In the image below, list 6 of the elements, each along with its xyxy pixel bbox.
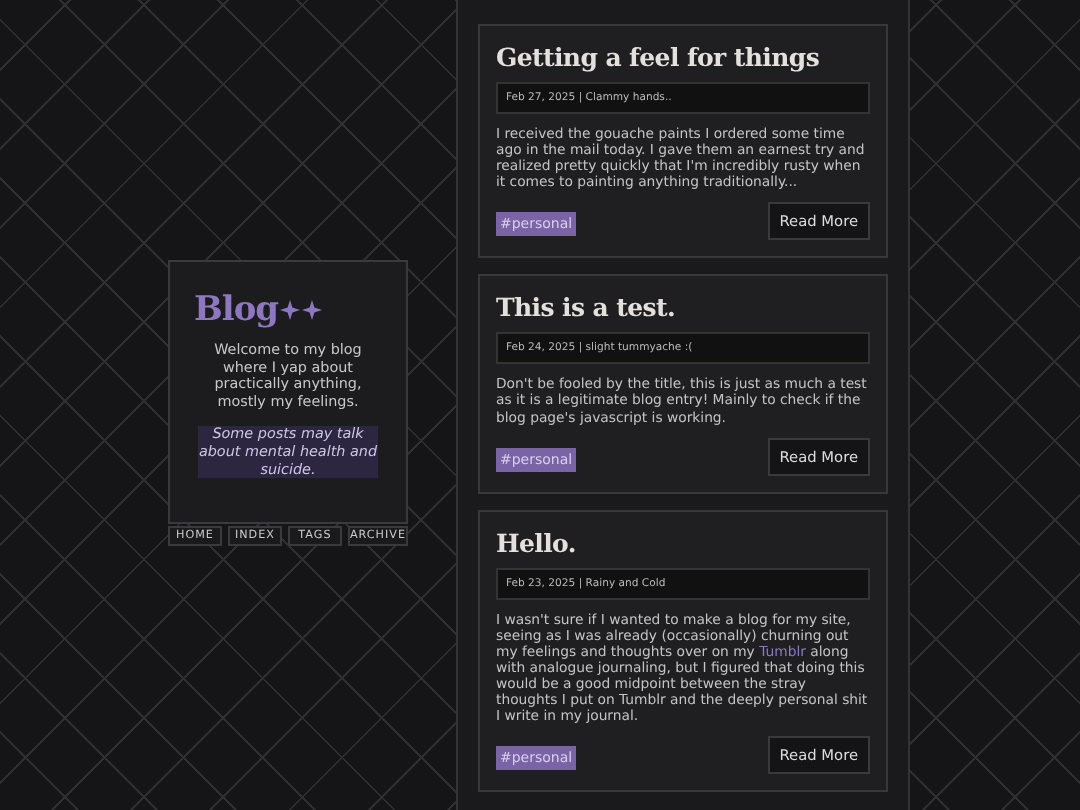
sparkle-icon (302, 300, 323, 320)
blog-logo: Blog (194, 290, 279, 330)
sparkle-icon (280, 300, 301, 320)
post-title: Hello. (496, 527, 578, 558)
post-title: This is a test. (496, 292, 678, 323)
post-title: Getting a feel for things (496, 42, 822, 72)
